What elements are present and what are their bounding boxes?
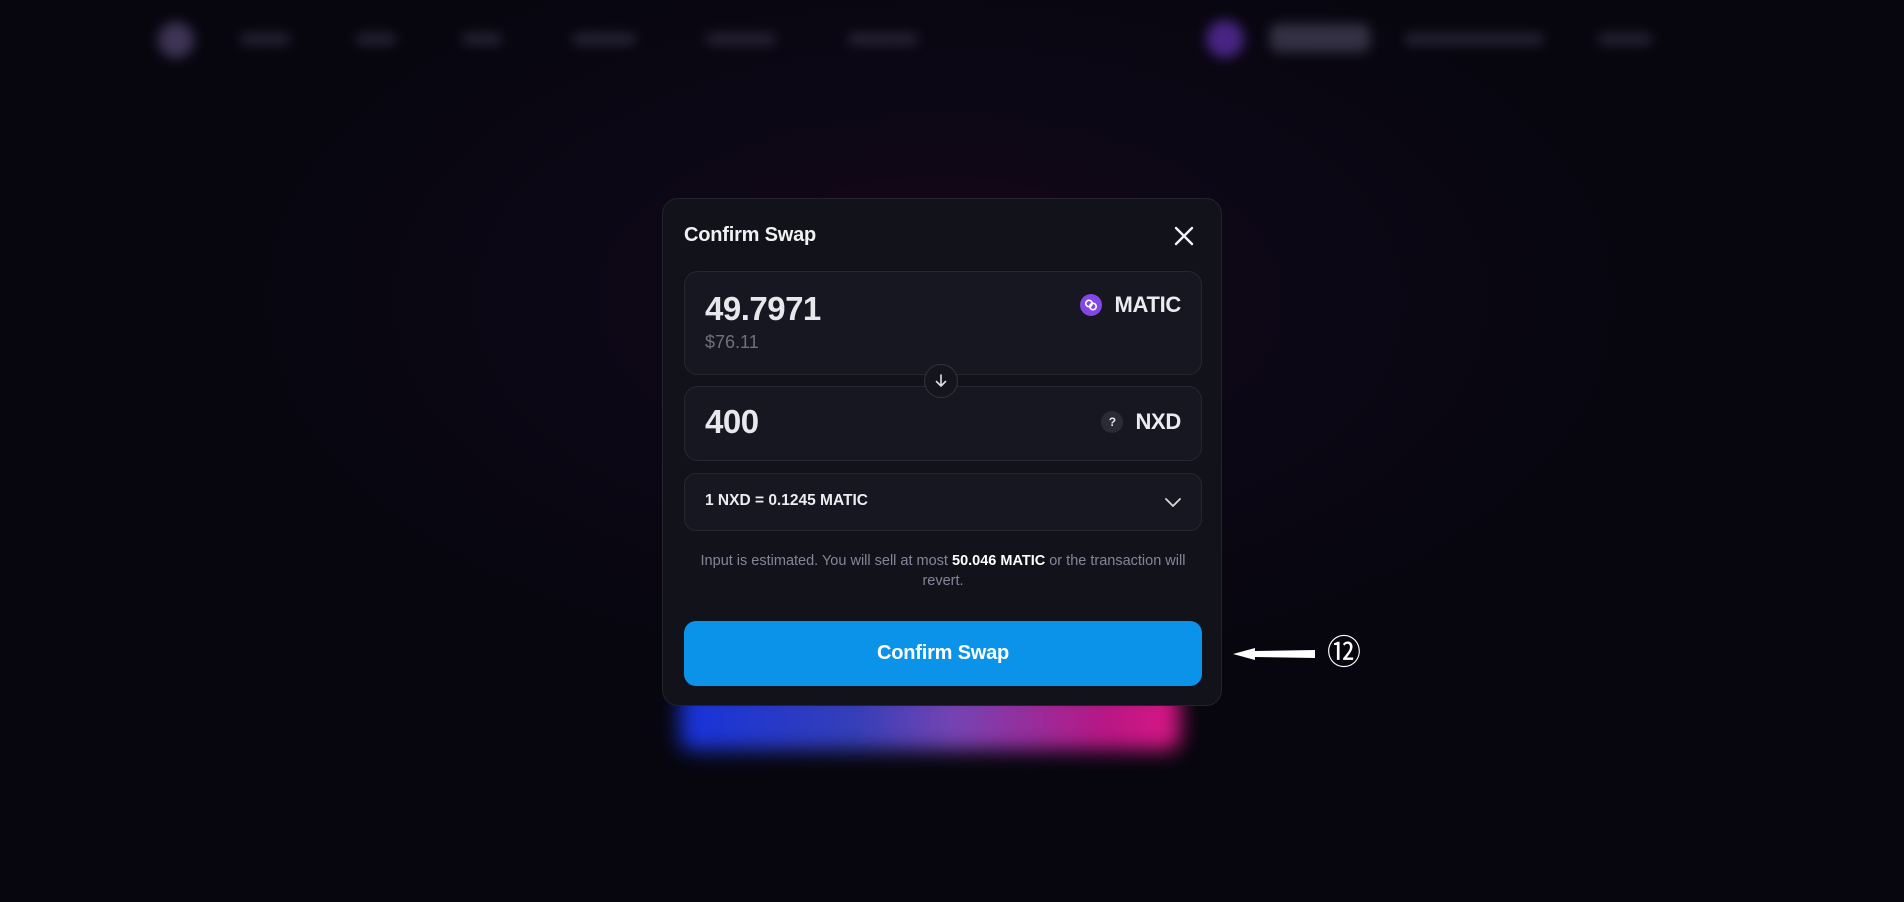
app-root: Confirm Swap 49.7971 $76.11 MATIC 400 ? …	[0, 0, 1904, 902]
background-address	[1404, 34, 1544, 44]
output-token-symbol: NXD	[1135, 409, 1181, 434]
input-token-panel: 49.7971 $76.11 MATIC	[684, 271, 1202, 375]
background-nav-item	[356, 34, 396, 44]
chevron-down-icon[interactable]	[1163, 492, 1183, 512]
output-amount: 400	[705, 403, 759, 440]
slippage-disclaimer: Input is estimated. You will sell at mos…	[684, 551, 1202, 591]
matic-token-icon	[1080, 294, 1103, 316]
input-token-tag: MATIC	[1080, 292, 1181, 318]
background-nav-item	[706, 34, 776, 44]
exchange-rate-row[interactable]: 1 NXD = 0.1245 MATIC	[684, 473, 1202, 531]
modal-header: Confirm Swap	[684, 221, 1201, 251]
annotation-number: ⑫	[1327, 633, 1361, 673]
background-avatar	[1206, 20, 1244, 58]
background-nav-item	[572, 34, 636, 44]
confirm-swap-button[interactable]: Confirm Swap	[684, 621, 1202, 686]
modal-title: Confirm Swap	[684, 224, 817, 246]
background-nav-item	[1598, 34, 1652, 44]
disclaimer-max-amount: 50.046 MATIC	[952, 553, 1046, 569]
background-nav-item	[462, 34, 502, 44]
unknown-token-icon: ?	[1101, 411, 1124, 433]
background-navbar	[0, 0, 1904, 80]
background-wallet-button	[1270, 24, 1370, 52]
input-token-symbol: MATIC	[1114, 292, 1181, 317]
background-nav-item	[848, 34, 918, 44]
background-nav-item	[240, 34, 290, 44]
background-logo	[158, 22, 194, 58]
disclaimer-text-start: Input is estimated. You will sell at mos…	[700, 553, 952, 569]
input-amount: 49.7971	[705, 290, 821, 327]
close-icon[interactable]	[1171, 223, 1197, 249]
arrow-down-icon	[924, 364, 958, 398]
output-token-tag: ? NXD	[1101, 409, 1181, 435]
exchange-rate-text: 1 NXD = 0.1245 MATIC	[705, 492, 868, 509]
input-usd-value: $76.11	[705, 332, 759, 352]
confirm-swap-modal: Confirm Swap 49.7971 $76.11 MATIC 400 ? …	[662, 198, 1222, 706]
